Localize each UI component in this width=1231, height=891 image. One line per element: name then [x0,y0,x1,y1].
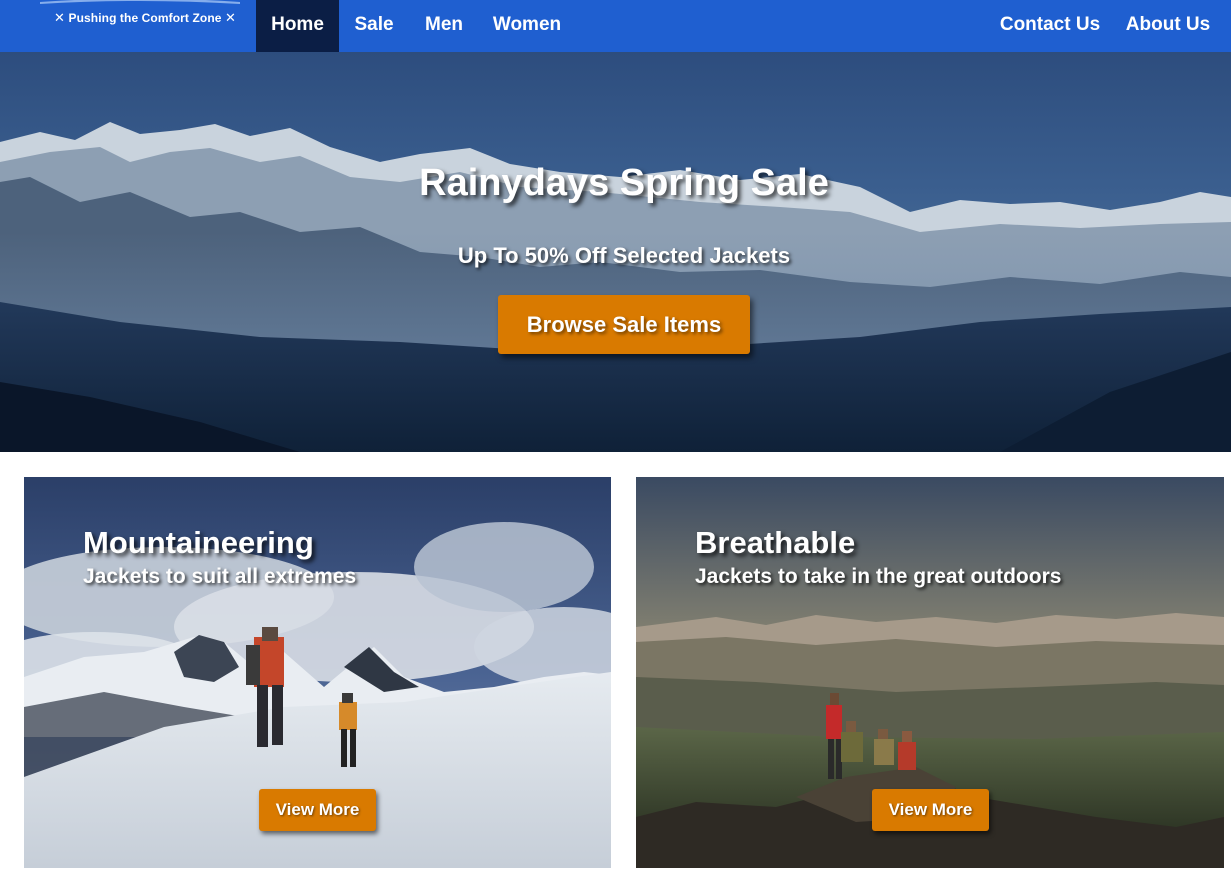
browse-sale-items-button[interactable]: Browse Sale Items [498,295,750,354]
card-mountaineering: Mountaineering Jackets to suit all extre… [24,477,611,868]
nav-item-sale[interactable]: Sale [339,0,409,52]
nav-item-about-us[interactable]: About Us [1112,0,1224,52]
nav-item-contact-us[interactable]: Contact Us [988,0,1112,52]
hiker-figure [826,693,842,779]
main-navigation: ✕ Pushing the Comfort Zone ✕ Home Sale M… [0,0,1231,52]
nav-item-men[interactable]: Men [409,0,479,52]
card-subtitle: Jackets to take in the great outdoors [695,565,1062,588]
card-subtitle: Jackets to suit all extremes [83,565,357,588]
card-breathable: Breathable Jackets to take in the great … [636,477,1224,868]
nav-item-women[interactable]: Women [479,0,575,52]
hero-banner: Rainydays Spring Sale Up To 50% Off Sele… [0,52,1231,452]
hero-subtitle: Up To 50% Off Selected Jackets [457,243,791,268]
brand-logo[interactable]: ✕ Pushing the Comfort Zone ✕ [0,0,256,52]
logo-swoosh-graphic [40,0,240,4]
x-mark-icon: ✕ [224,10,236,25]
view-more-button[interactable]: View More [259,789,376,831]
nav-item-home[interactable]: Home [256,0,339,52]
brand-tagline-row: ✕ Pushing the Comfort Zone ✕ [0,10,290,26]
card-title: Mountaineering [83,525,314,560]
card-title: Breathable [695,525,856,560]
view-more-button[interactable]: View More [872,789,989,831]
x-mark-icon: ✕ [54,10,66,25]
brand-tagline: Pushing the Comfort Zone [68,11,222,25]
hero-title: Rainydays Spring Sale [419,162,829,204]
